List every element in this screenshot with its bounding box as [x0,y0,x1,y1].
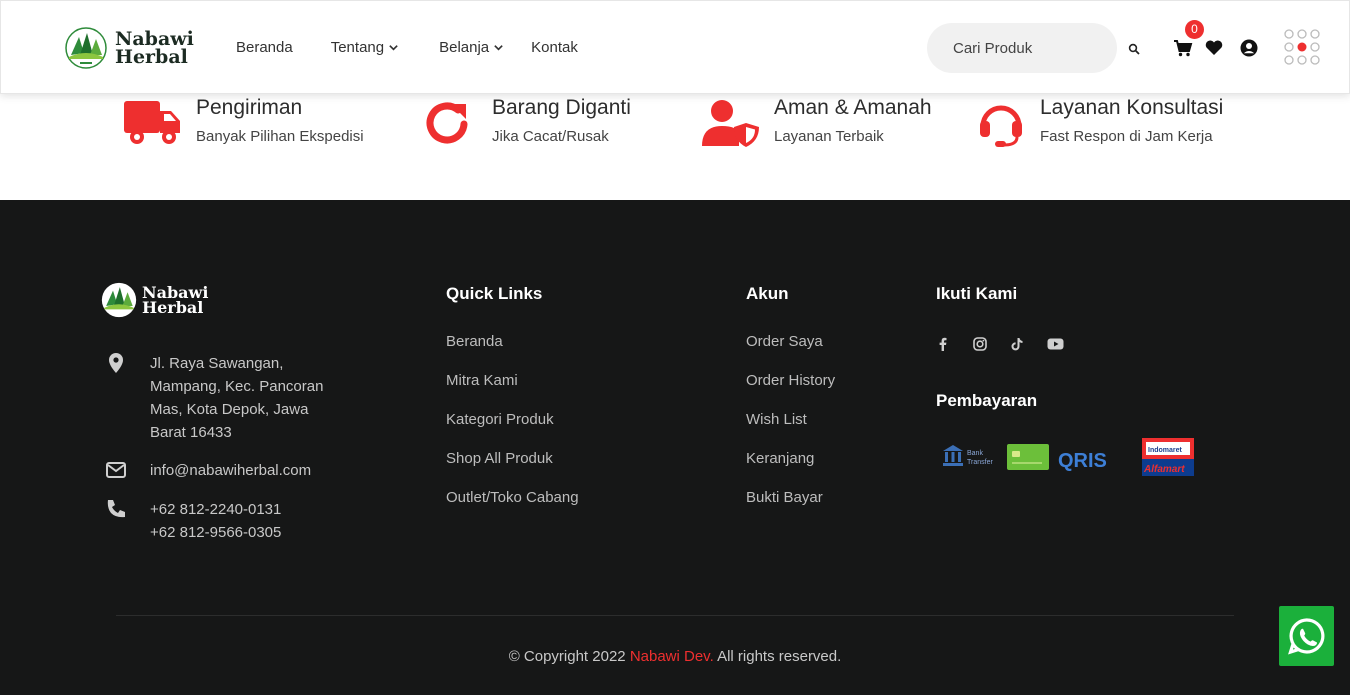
alfamart-label: Alfamart [1143,464,1185,475]
email-text[interactable]: info@nabawiherbal.com [150,459,311,482]
main-nav: Beranda Tentang Belanja Kontak [236,39,578,56]
qris-label: QRIS [1058,450,1107,472]
envelope-icon [106,462,126,478]
footer-link-outlet[interactable]: Outlet/Toko Cabang [446,489,579,528]
brand-name-line2: Herbal [142,298,204,317]
whatsapp-icon [1288,618,1325,655]
heart-icon[interactable] [1204,38,1224,58]
copyright-suffix: All rights reserved. [713,648,842,665]
indomaret-label: Indomaret [1148,447,1183,454]
brand-name-line2: Herbal [115,46,188,68]
site-footer: Nabawi Herbal Jl. Raya Sawangan, Mampang… [0,200,1350,695]
whatsapp-button[interactable] [1279,606,1334,666]
feature-trust: Aman & Amanah Layanan Terbaik [702,94,932,148]
menu-grid-icon[interactable] [1284,29,1324,69]
follow-title: Ikuti Kami [936,284,1018,303]
account-title: Akun [746,284,789,303]
brand-logo[interactable]: Nabawi Herbal [65,27,194,69]
phone-row: +62 812-2240-0131 +62 812-9566-0305 [105,498,281,544]
cart-count-badge: 0 [1185,20,1204,39]
phone-icon [107,500,125,518]
redo-icon [426,102,468,144]
chevron-down-icon [494,45,503,51]
feature-consultation: Layanan Konsultasi Fast Respon di Jam Ke… [978,94,1223,148]
feature-replacement: Barang Diganti Jika Cacat/Rusak [420,94,631,148]
footer-link-order-saya[interactable]: Order Saya [746,333,835,372]
feature-title: Pengiriman [196,96,303,119]
nav-kontak[interactable]: Kontak [531,39,578,56]
headset-icon [980,105,1022,147]
phone-text: +62 812-2240-0131 +62 812-9566-0305 [150,501,282,541]
feature-shipping: Pengiriman Banyak Pilihan Ekspedisi [124,94,364,148]
footer-link-keranjang[interactable]: Keranjang [746,450,835,489]
nav-beranda[interactable]: Beranda [236,39,293,56]
footer-link-beranda[interactable]: Beranda [446,333,579,372]
payment-title: Pembayaran [936,391,1038,410]
brand-name: Nabawi Herbal [142,285,208,317]
bank-transfer-line1: Bank [967,450,983,457]
feature-title: Barang Diganti [492,96,631,119]
copyright-prefix: © Copyright 2022 [508,648,630,665]
nav-label: Belanja [439,39,490,56]
alfamart-indomaret-logo: Indomaret Alfamart [1142,438,1194,476]
social-links [936,337,1087,351]
footer-link-bukti-bayar[interactable]: Bukti Bayar [746,489,835,528]
footer-logo[interactable]: Nabawi Herbal [101,282,208,318]
qris-logo: QRIS [1058,450,1107,472]
feature-subtitle: Jika Cacat/Rusak [492,128,609,145]
cart-icon[interactable] [1173,38,1193,58]
logo-leaf-icon [101,282,137,318]
footer-link-wishlist[interactable]: Wish List [746,411,835,450]
card-payment-logo [1007,444,1049,470]
user-icon[interactable] [1239,38,1259,58]
map-marker-icon [109,353,123,373]
feature-title: Aman & Amanah [774,96,932,119]
copyright: © Copyright 2022 Nabawi Dev. All rights … [0,648,1350,665]
feature-subtitle: Fast Respon di Jam Kerja [1040,128,1213,145]
nav-label: Kontak [531,39,578,56]
chevron-down-icon [389,45,398,51]
feature-subtitle: Layanan Terbaik [774,128,884,145]
logo-leaf-icon [65,27,107,69]
address-row: Jl. Raya Sawangan, Mampang, Kec. Pancora… [105,352,323,444]
email-row: info@nabawiherbal.com [105,459,311,482]
search-input[interactable] [927,23,1117,73]
copyright-brand-link[interactable]: Nabawi Dev. [630,648,714,665]
search-icon[interactable] [1128,43,1140,55]
user-shield-icon [702,100,759,147]
feature-title: Layanan Konsultasi [1040,96,1224,119]
nav-belanja[interactable]: Belanja [439,39,504,56]
brand-name: Nabawi Herbal [115,30,194,68]
facebook-icon[interactable] [936,337,950,351]
footer-link-shop[interactable]: Shop All Produk [446,450,579,489]
tiktok-icon[interactable] [1010,337,1024,351]
footer-link-kategori[interactable]: Kategori Produk [446,411,579,450]
feature-subtitle: Banyak Pilihan Ekspedisi [196,128,364,145]
quick-links-list: Beranda Mitra Kami Kategori Produk Shop … [446,333,579,528]
account-list: Order Saya Order History Wish List Keran… [746,333,835,528]
quick-links-title: Quick Links [446,284,543,303]
address-text: Jl. Raya Sawangan, Mampang, Kec. Pancora… [150,355,324,441]
youtube-icon[interactable] [1047,337,1064,351]
features-bar: Pengiriman Banyak Pilihan Ekspedisi Bara… [0,94,1350,200]
bank-transfer-line2: Transfer [967,459,993,466]
footer-link-mitra[interactable]: Mitra Kami [446,372,579,411]
footer-link-order-history[interactable]: Order History [746,372,835,411]
nav-tentang[interactable]: Tentang [331,39,399,56]
footer-divider [116,615,1234,616]
instagram-icon[interactable] [973,337,987,351]
bank-transfer-logo: Bank Transfer [943,445,993,466]
site-header: Nabawi Herbal Beranda Tentang Belanja Ko… [0,0,1350,94]
nav-label: Beranda [236,39,293,56]
truck-icon [124,101,180,144]
nav-label: Tentang [330,39,385,56]
